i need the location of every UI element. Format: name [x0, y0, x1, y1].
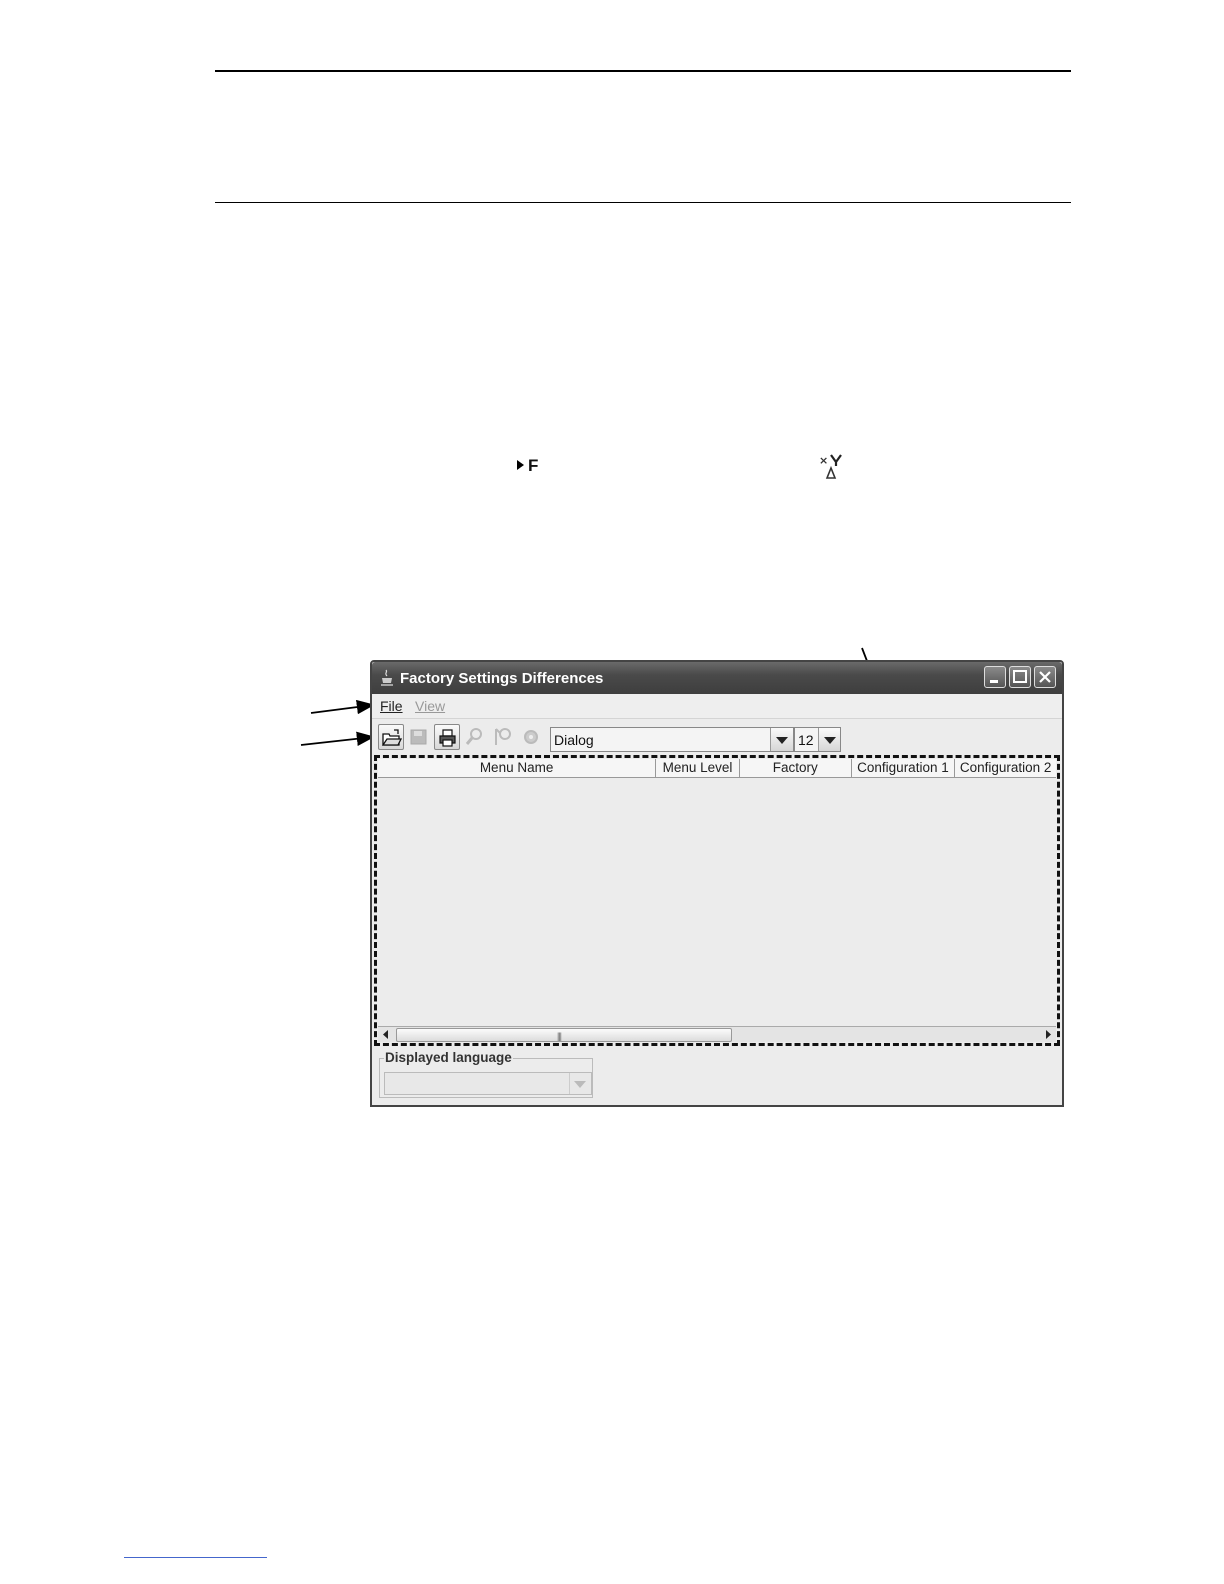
top-rule: [215, 70, 1071, 72]
minimize-button[interactable]: [984, 666, 1006, 688]
find-next-button[interactable]: [490, 724, 516, 750]
menu-view[interactable]: View: [415, 698, 445, 714]
refresh-button[interactable]: [518, 724, 544, 750]
print-button[interactable]: [434, 724, 460, 750]
menu-bar: File View: [372, 694, 1062, 719]
font-dropdown-button[interactable]: [770, 728, 793, 751]
grip-icon: |||: [557, 1031, 562, 1041]
window-title: Factory Settings Differences: [400, 670, 604, 687]
compare-settings-icon: ×: [819, 454, 842, 479]
displayed-language-group: Displayed language: [379, 1050, 593, 1098]
font-size-select[interactable]: 12: [794, 727, 841, 752]
inline-marker-label: F: [528, 456, 539, 475]
print-icon: [439, 729, 456, 747]
open-folder-icon: [382, 729, 402, 746]
scrollbar-thumb[interactable]: |||: [396, 1028, 732, 1042]
column-header-menu-name[interactable]: Menu Name: [378, 759, 657, 777]
chevron-down-icon: [824, 737, 836, 744]
factory-settings-window: Factory Settings Differences File View D…: [370, 660, 1064, 1107]
java-cup-icon: [381, 669, 393, 686]
column-header-menu-level[interactable]: Menu Level: [656, 759, 740, 777]
footer-link-underline: [124, 1557, 267, 1558]
find-icon: [465, 728, 482, 745]
language-dropdown-button[interactable]: [569, 1073, 591, 1094]
arrow-right-icon: [517, 460, 524, 470]
chevron-down-icon: [574, 1081, 586, 1088]
horizontal-scrollbar[interactable]: |||: [378, 1026, 1056, 1042]
svg-text:×: ×: [819, 454, 828, 467]
header-bottom-rule: [215, 202, 1071, 203]
displayed-language-select[interactable]: [384, 1072, 592, 1095]
close-icon: [1039, 671, 1051, 683]
refresh-icon: [524, 730, 538, 744]
find-next-icon: [495, 728, 511, 745]
column-header-factory[interactable]: Factory: [740, 759, 852, 777]
column-header-configuration-1[interactable]: Configuration 1: [852, 759, 956, 777]
scroll-left-icon[interactable]: [378, 1027, 394, 1042]
title-bar[interactable]: Factory Settings Differences: [372, 662, 1062, 694]
save-button[interactable]: [406, 724, 432, 750]
size-dropdown-button[interactable]: [818, 728, 840, 751]
find-button[interactable]: [462, 724, 488, 750]
scroll-right-icon[interactable]: [1040, 1027, 1056, 1042]
column-header-configuration-2[interactable]: Configuration 2: [955, 759, 1056, 777]
displayed-language-label: Displayed language: [384, 1050, 513, 1065]
open-button[interactable]: [378, 724, 404, 750]
chevron-down-icon: [776, 737, 788, 744]
font-family-select[interactable]: Dialog: [550, 727, 794, 752]
minimize-icon: [990, 680, 998, 683]
save-icon: [410, 729, 427, 745]
maximize-button[interactable]: [1009, 666, 1031, 688]
differences-table-area: Menu Name Menu Level Factory Configurati…: [374, 755, 1060, 1046]
inline-menu-marker: F: [517, 456, 538, 476]
font-size-value: 12: [798, 732, 814, 748]
close-button[interactable]: [1034, 666, 1056, 688]
font-family-value: Dialog: [554, 732, 594, 748]
maximize-icon: [1013, 670, 1027, 683]
menu-file[interactable]: File: [380, 698, 403, 714]
table-header: Menu Name Menu Level Factory Configurati…: [378, 759, 1056, 778]
